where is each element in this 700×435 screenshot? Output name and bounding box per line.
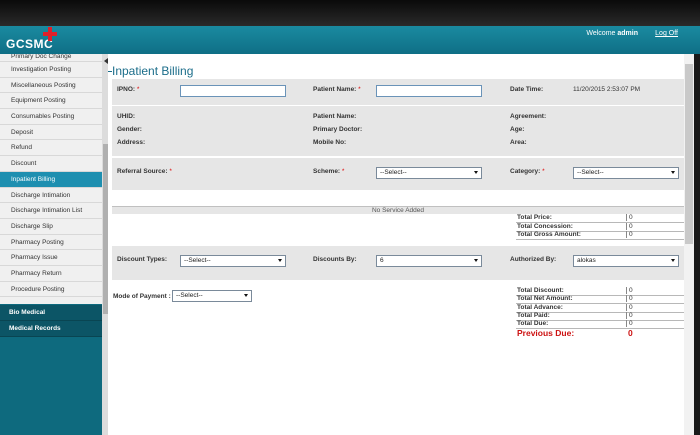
previous-due-value: 0: [628, 328, 633, 338]
sidebar-item-deposit[interactable]: Deposit: [0, 125, 102, 141]
chevron-down-icon: [671, 259, 675, 262]
sidebar-sections: Bio Medical Medical Records: [0, 305, 102, 337]
previous-due-label: Previous Due:: [517, 328, 575, 338]
sidebar: Primary Doc Change Investigation Posting M…: [0, 54, 102, 435]
payment-mode-label: Mode of Payment :: [113, 293, 171, 300]
address-label: Address:: [117, 139, 146, 146]
sidebar-item-discharge-intimation-list[interactable]: Discharge Intimation List: [0, 203, 102, 219]
total-label: Total Gross Amount:: [517, 231, 581, 239]
agreement-label: Agreement:: [510, 113, 547, 120]
discount-types-label: Discount Types:: [117, 256, 168, 263]
sidebar-item-miscellaneous-posting[interactable]: Miscellaneous Posting: [0, 78, 102, 94]
total-value: 0: [626, 231, 633, 239]
sidebar-section-bio-medical[interactable]: Bio Medical: [0, 305, 102, 321]
main-content: Inpatient Billing IPNO: * Patient Name: …: [108, 54, 686, 435]
total-label: Total Net Amount:: [517, 295, 573, 303]
sidebar-item-pharmacy-issue[interactable]: Pharmacy Issue: [0, 250, 102, 266]
total-label: Total Discount:: [517, 287, 564, 294]
sidebar-item-discount[interactable]: Discount: [0, 156, 102, 172]
uhid-label: UHID:: [117, 113, 136, 120]
sidebar-item-equipment-posting[interactable]: Equipment Posting: [0, 93, 102, 110]
window-top-bar: [0, 0, 700, 26]
sidebar-item-procedure-posting[interactable]: Procedure Posting: [0, 282, 102, 298]
logoff-link[interactable]: Log Off: [655, 30, 678, 37]
total-label: Total Paid:: [517, 311, 550, 319]
sidebar-section-medical-records[interactable]: Medical Records: [0, 321, 102, 337]
chevron-down-icon: [474, 171, 478, 174]
search-panel: IPNO: * Patient Name: * Date Time: 11/20…: [112, 79, 684, 105]
sidebar-item-discharge-slip[interactable]: Discharge Slip: [0, 219, 102, 235]
sidebar-item-consumables-posting[interactable]: Consumables Posting: [0, 109, 102, 125]
total-value: 0: [626, 222, 633, 230]
authorized-by-select[interactable]: alokas: [573, 255, 679, 267]
total-value: 0: [626, 320, 633, 328]
scheme-label: Scheme: *: [313, 168, 345, 175]
sidebar-item-pharmacy-posting[interactable]: Pharmacy Posting: [0, 235, 102, 251]
patient-name-info-label: Patient Name:: [313, 113, 357, 120]
total-value: 0: [626, 311, 633, 319]
main-scrollbar[interactable]: [684, 54, 694, 435]
page-title: Inpatient Billing: [112, 64, 194, 78]
total-label: Total Concession:: [517, 222, 573, 230]
sidebar-item-refund[interactable]: Refund: [0, 140, 102, 157]
total-label: Total Advance:: [517, 303, 563, 311]
referral-panel: Referral Source: * Scheme: * --Select-- …: [112, 158, 684, 190]
sidebar-item-primary-doc-change[interactable]: Primary Doc Change: [0, 54, 102, 62]
total-divider: [516, 239, 686, 241]
discounts-by-label: Discounts By:: [313, 256, 357, 263]
logo-cross-icon: [43, 27, 57, 41]
sidebar-item-discharge-intimation[interactable]: Discharge Intimation: [0, 188, 102, 204]
authorized-by-label: Authorized By:: [510, 256, 557, 263]
discounts-by-select[interactable]: 6: [376, 255, 482, 267]
gender-label: Gender:: [117, 126, 142, 133]
payment-mode-select[interactable]: --Select--: [172, 290, 252, 302]
primary-doctor-label: Primary Doctor:: [313, 126, 363, 133]
main-scroll-thumb[interactable]: [685, 64, 693, 244]
datetime-label: Date Time:: [510, 86, 544, 93]
sidebar-item-inpatient-billing[interactable]: Inpatient Billing: [0, 171, 102, 188]
sidebar-item-investigation-posting[interactable]: Investigation Posting: [0, 62, 102, 78]
patient-name-input[interactable]: [376, 85, 482, 97]
welcome-text: Welcome admin: [586, 30, 638, 37]
patient-name-label: Patient Name: *: [313, 86, 361, 93]
total-value: 0: [626, 287, 633, 294]
total-value: 0: [626, 295, 633, 303]
age-label: Age:: [510, 126, 525, 133]
referral-label: Referral Source: *: [117, 168, 172, 175]
chevron-down-icon: [474, 259, 478, 262]
patient-details-panel: UHID: Gender: Address: Patient Name: Pri…: [112, 106, 684, 156]
discount-panel: Discount Types: --Select-- Discounts By:…: [112, 246, 684, 280]
scheme-select[interactable]: --Select--: [376, 167, 482, 179]
area-label: Area:: [510, 139, 527, 146]
sidebar-item-pharmacy-return[interactable]: Pharmacy Return: [0, 266, 102, 282]
total-label: Total Price:: [517, 214, 552, 221]
ipno-input[interactable]: [180, 85, 286, 97]
services-table: No Service Added: [112, 206, 684, 214]
category-select[interactable]: --Select--: [573, 167, 679, 179]
sidebar-menu: Primary Doc Change Investigation Posting M…: [0, 54, 102, 304]
mobile-label: Mobile No:: [313, 139, 347, 146]
total-value: 0: [626, 214, 633, 221]
chevron-down-icon: [244, 294, 248, 297]
username: admin: [617, 30, 638, 37]
discount-types-select[interactable]: --Select--: [180, 255, 286, 267]
ipno-label: IPNO: *: [117, 86, 140, 93]
total-value: 0: [626, 303, 633, 311]
category-label: Category: *: [510, 168, 545, 175]
total-label: Total Due:: [517, 320, 549, 328]
chevron-down-icon: [671, 171, 675, 174]
chevron-down-icon: [278, 259, 282, 262]
datetime-value: 11/20/2015 2:53:07 PM: [573, 86, 641, 93]
